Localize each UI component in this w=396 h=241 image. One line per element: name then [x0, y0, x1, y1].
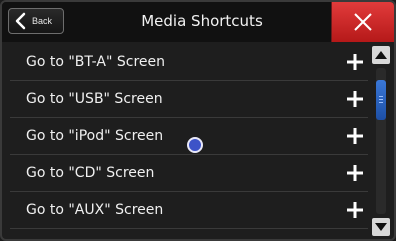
triangle-down-icon: [375, 223, 387, 231]
media-shortcuts-screen: Back Media Shortcuts Go to "BT-A" Screen…: [0, 0, 396, 241]
plus-icon[interactable]: [346, 164, 364, 182]
chevron-left-icon: [15, 12, 26, 30]
list-item-label: Go to "AUX" Screen: [26, 202, 164, 218]
page-title: Media Shortcuts: [141, 12, 263, 30]
header-bar: Back Media Shortcuts: [2, 2, 394, 42]
close-button[interactable]: [331, 2, 394, 42]
plus-icon[interactable]: [346, 53, 364, 71]
list-item-label: Go to "BT-A" Screen: [26, 54, 166, 70]
grip-icon: [379, 96, 383, 97]
back-button-label: Back: [32, 16, 53, 26]
list-item-usb[interactable]: Go to "USB" Screen: [10, 81, 368, 118]
back-button[interactable]: Back: [8, 8, 64, 34]
list-item-label: Go to "iPod" Screen: [26, 128, 164, 144]
touch-cursor-dot: [187, 137, 203, 153]
plus-icon[interactable]: [346, 90, 364, 108]
shortcut-list: Go to "BT-A" Screen Go to "USB" Screen G…: [10, 44, 368, 229]
list-item-bt-a[interactable]: Go to "BT-A" Screen: [10, 44, 368, 81]
scroll-up-button[interactable]: [372, 46, 390, 64]
triangle-up-icon: [375, 51, 387, 59]
scrollbar[interactable]: [372, 46, 390, 239]
scroll-thumb[interactable]: [376, 80, 386, 120]
scroll-down-button[interactable]: [372, 218, 390, 236]
plus-icon[interactable]: [346, 201, 364, 219]
close-icon: [354, 13, 372, 31]
list-item-label: Go to "USB" Screen: [26, 91, 163, 107]
plus-icon[interactable]: [346, 127, 364, 145]
list-item-aux[interactable]: Go to "AUX" Screen: [10, 192, 368, 229]
list-item-cd[interactable]: Go to "CD" Screen: [10, 155, 368, 192]
list-item-label: Go to "CD" Screen: [26, 165, 155, 181]
